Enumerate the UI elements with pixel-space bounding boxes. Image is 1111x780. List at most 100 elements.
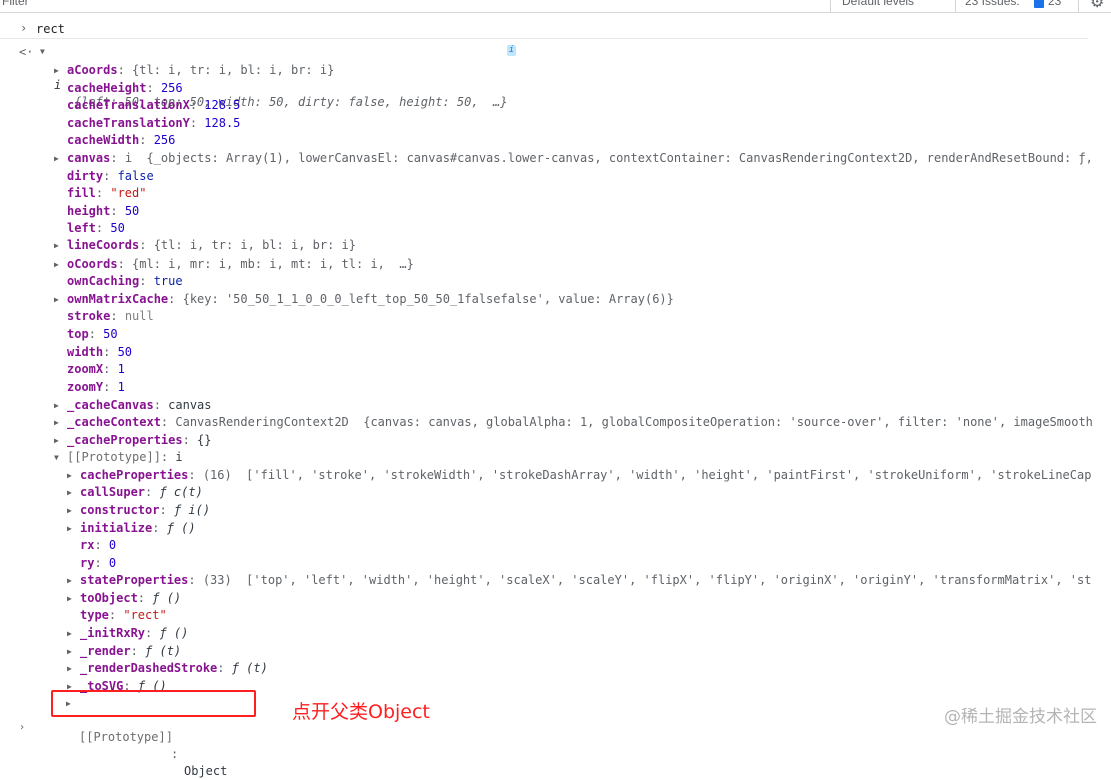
property-row[interactable]: ▶ oCoords: {ml: i, mr: i, mb: i, mt: i, t…: [54, 256, 1093, 273]
property-row: zoomX: 1: [54, 361, 1093, 378]
chevron-right-icon[interactable]: ▶: [67, 590, 72, 607]
property-value: ƒ (): [159, 626, 189, 640]
chevron-right-icon[interactable]: ▶: [54, 414, 59, 431]
property-value: canvas: [168, 398, 212, 412]
chevron-right-icon[interactable]: ▶: [54, 237, 59, 254]
property-value: 50: [110, 221, 125, 235]
property-row: zoomY: 1: [54, 379, 1093, 396]
property-row[interactable]: ▶ callSuper: ƒ c(t): [67, 484, 1093, 501]
log-levels-dropdown[interactable]: Default levels: [842, 0, 914, 8]
chevron-right-icon[interactable]: ▶: [54, 62, 59, 79]
property-row[interactable]: ▶ ownMatrixCache: {key: '50_50_1_1_0_0_0_…: [54, 291, 1093, 308]
property-row[interactable]: ▶ lineCoords: {tl: i, tr: i, bl: i, br: i…: [54, 237, 1093, 254]
colon: :: [110, 204, 125, 218]
property-key: width: [67, 345, 104, 359]
property-key: cacheWidth: [67, 133, 140, 147]
property-row[interactable]: ▶ _cacheCanvas: canvas: [54, 397, 1093, 414]
colon: :: [182, 433, 198, 447]
property-row[interactable]: ▶ _render: ƒ (t): [67, 643, 1093, 660]
colon: :: [103, 169, 118, 183]
property-text: _render: ƒ (t): [80, 643, 181, 660]
chevron-right-icon[interactable]: ▶: [67, 660, 72, 677]
object-summary[interactable]: ▼ i {left: 50, top: 50, width: 50, dirty…: [40, 43, 516, 109]
chevron-right-icon[interactable]: ▶: [54, 397, 59, 414]
gear-icon[interactable]: ⚙: [1090, 0, 1104, 12]
property-text: _renderDashedStroke: ƒ (t): [80, 660, 268, 677]
property-key: [[Prototype]]: [79, 730, 173, 744]
chevron-right-icon[interactable]: ▶: [66, 695, 71, 712]
property-text: stroke: null: [67, 308, 154, 325]
property-key: cacheTranslationY: [67, 116, 190, 130]
chevron-down-icon[interactable]: ▼: [54, 449, 59, 466]
chevron-right-icon[interactable]: ▶: [67, 484, 72, 501]
issues-count: 23: [1048, 0, 1062, 8]
chevron-right-icon: ›: [19, 722, 26, 733]
chevron-right-icon[interactable]: ▶: [54, 256, 59, 273]
property-text: stateProperties: (33) ['top', 'left', 'w…: [80, 572, 1093, 589]
property-value: true: [153, 274, 183, 288]
colon: :: [189, 116, 205, 130]
chevron-right-icon[interactable]: ▶: [67, 467, 72, 484]
property-row[interactable]: ▶ _initRxRy: ƒ (): [67, 625, 1093, 642]
property-text: cacheTranslationX: 128.5: [67, 97, 240, 114]
property-row[interactable]: ▶ initialize: ƒ (): [67, 520, 1093, 537]
colon: :: [145, 485, 160, 499]
property-key: cacheProperties: [80, 468, 189, 482]
colon: :: [188, 468, 203, 482]
property-value: 50: [117, 345, 133, 359]
colon: :: [130, 644, 146, 658]
property-row: width: 50: [54, 344, 1093, 361]
property-text: callSuper: ƒ c(t): [80, 484, 203, 501]
colon: :: [88, 327, 104, 341]
property-row[interactable]: ▼ [[Prototype]]: i: [54, 449, 1093, 466]
chevron-right-icon[interactable]: ▶: [67, 572, 72, 589]
property-row[interactable]: ▶ _cacheContext: CanvasRenderingContext2D…: [54, 414, 1093, 431]
property-key: left: [67, 221, 96, 235]
property-value: 50: [124, 204, 140, 218]
property-row[interactable]: ▶ constructor: ƒ i(): [67, 502, 1093, 519]
chevron-right-icon[interactable]: ▶: [54, 291, 59, 308]
property-key: type: [80, 608, 109, 622]
issues-counter[interactable]: 23 Issues:: [965, 0, 1020, 8]
property-text: ownCaching: true: [67, 273, 183, 290]
property-row[interactable]: ▶ cacheProperties: (16) ['fill', 'stroke'…: [67, 467, 1093, 484]
property-text: cacheWidth: 256: [67, 132, 175, 149]
property-key: oCoords: [67, 257, 118, 271]
chevron-right-icon[interactable]: ▶: [54, 150, 59, 167]
info-icon[interactable]: i: [507, 45, 516, 56]
property-row[interactable]: ▶ _renderDashedStroke: ƒ (t): [67, 660, 1093, 677]
colon: :: [95, 221, 111, 235]
property-key: zoomY: [67, 380, 104, 394]
property-row[interactable]: ▶ canvas: i {_objects: Array(1), lowerCan…: [54, 150, 1093, 167]
property-row[interactable]: ▶ stateProperties: (33) ['top', 'left', '…: [67, 572, 1093, 589]
property-row[interactable]: ▶ aCoords: {tl: i, tr: i, bl: i, br: i}: [54, 62, 1093, 79]
toolbar-divider: [955, 0, 956, 12]
console-toolbar: Filter Default levels 23 Issues: 23 ⚙: [0, 0, 1111, 13]
chevron-right-icon[interactable]: ▶: [67, 643, 72, 660]
colon: :: [146, 81, 161, 95]
property-row[interactable]: ▶ toObject: ƒ (): [67, 590, 1093, 607]
property-key: _cacheProperties: [67, 433, 183, 447]
property-value: "red": [110, 186, 147, 200]
property-row: cacheTranslationY: 128.5: [54, 115, 1093, 132]
property-key: _renderDashedStroke: [80, 661, 218, 675]
property-text: _cacheCanvas: canvas: [67, 397, 212, 414]
property-text: _initRxRy: ƒ (): [80, 625, 188, 642]
colon: :: [145, 626, 160, 640]
chevron-right-icon[interactable]: ▶: [67, 502, 72, 519]
toolbar-divider: [1078, 0, 1079, 12]
filter-input[interactable]: Filter: [2, 0, 29, 8]
property-row[interactable]: ▶ _cacheProperties: {}: [54, 432, 1093, 449]
property-row: cacheHeight: 256: [54, 80, 1093, 97]
property-value: ƒ (t): [231, 661, 268, 675]
colon: :: [139, 133, 154, 147]
parent-prototype-row[interactable]: ▶ [[Prototype]] : Object: [66, 695, 227, 778]
property-text: rx: 0: [80, 537, 116, 554]
chevron-right-icon[interactable]: ▶: [67, 625, 72, 642]
chevron-down-icon[interactable]: ▼: [40, 43, 45, 60]
chevron-right-icon[interactable]: ▶: [67, 520, 72, 537]
property-text: cacheProperties: (16) ['fill', 'stroke',…: [80, 467, 1093, 484]
chevron-right-icon[interactable]: ▶: [54, 432, 59, 449]
colon: :: [110, 151, 125, 165]
property-text: left: 50: [67, 220, 125, 237]
